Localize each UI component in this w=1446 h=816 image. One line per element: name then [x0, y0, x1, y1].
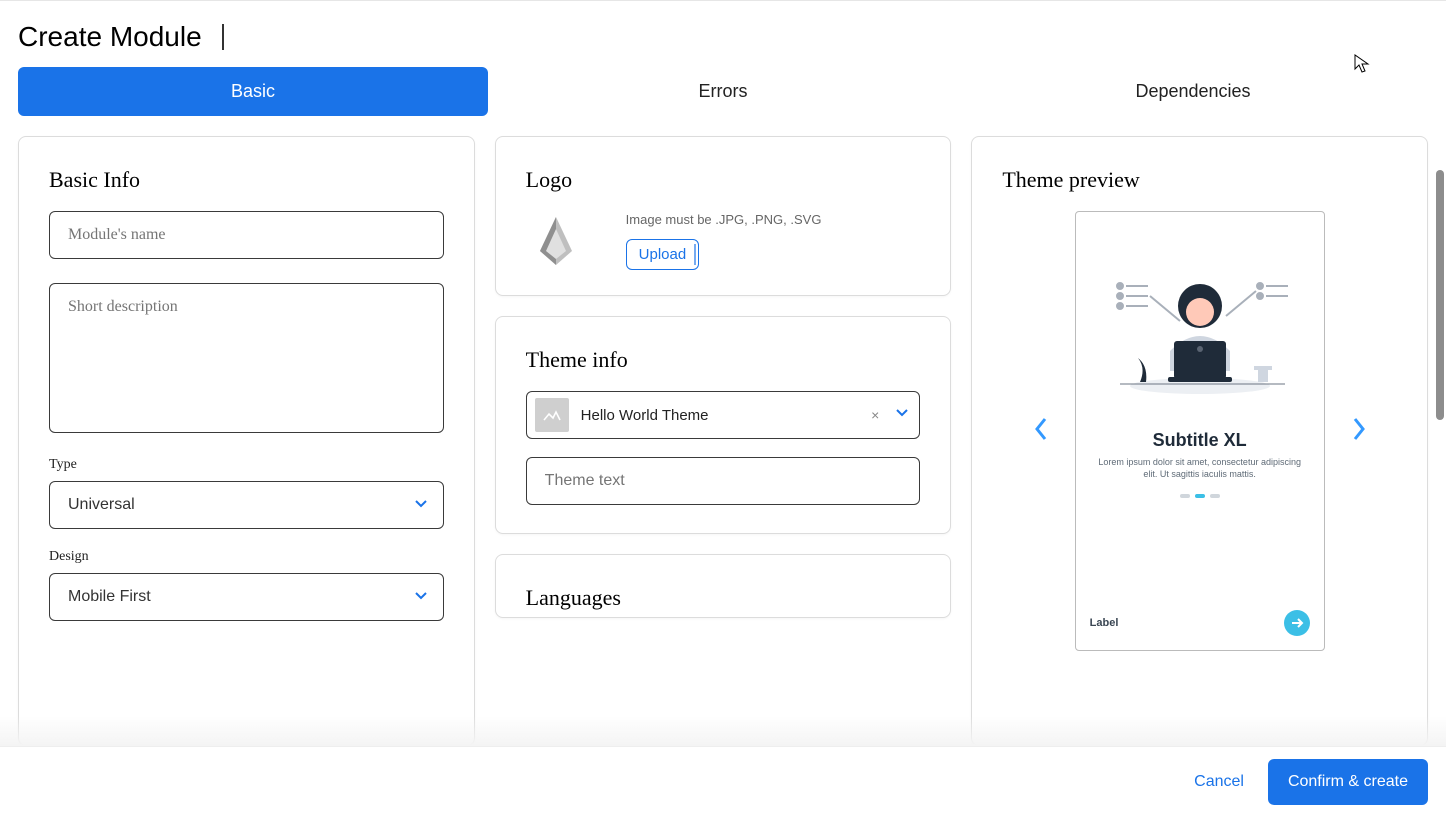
tabs: Basic Errors Dependencies: [0, 61, 1446, 116]
tab-dependencies[interactable]: Dependencies: [958, 67, 1428, 116]
upload-button-label: Upload: [639, 246, 687, 263]
design-label: Design: [49, 549, 444, 565]
preview-next-button[interactable]: [1345, 410, 1373, 453]
pager-dot[interactable]: [1210, 494, 1220, 498]
card-theme-preview: Theme preview: [971, 136, 1428, 746]
clear-icon[interactable]: ×: [867, 407, 883, 423]
card-basic-info: Basic Info Type Universal Design Mobile …: [18, 136, 475, 746]
logo-placeholder-icon: [526, 211, 586, 271]
preview-lorem: Lorem ipsum dolor sit amet, consectetur …: [1090, 457, 1310, 480]
vertical-scrollbar[interactable]: [1436, 170, 1444, 420]
confirm-label: Confirm & create: [1288, 773, 1408, 790]
upload-button[interactable]: Upload: [626, 239, 700, 270]
type-select-value: Universal: [49, 481, 444, 529]
card-languages: Languages: [495, 554, 952, 618]
preview-illustration: [1090, 236, 1310, 396]
cancel-button[interactable]: Cancel: [1194, 773, 1244, 791]
design-select-value: Mobile First: [49, 573, 444, 621]
theme-thumb-icon: [535, 398, 569, 432]
pager-dot[interactable]: [1180, 494, 1190, 498]
preview-pager: [1090, 494, 1310, 498]
columns: Basic Info Type Universal Design Mobile …: [0, 116, 1446, 746]
theme-text-input[interactable]: [526, 457, 921, 505]
preview-label: Label: [1090, 617, 1119, 629]
confirm-create-button[interactable]: Confirm & create: [1268, 759, 1428, 805]
logo-hint: Image must be .JPG, .PNG, .SVG: [626, 212, 822, 227]
card-logo: Logo Image must be .JPG, .PNG, .SVG: [495, 136, 952, 296]
tab-errors[interactable]: Errors: [488, 67, 958, 116]
tab-basic[interactable]: Basic: [18, 67, 488, 116]
preview-subtitle: Subtitle XL: [1090, 430, 1310, 451]
theme-preview-title: Theme preview: [1002, 167, 1397, 193]
page-title: Create Module: [18, 21, 202, 53]
chevron-down-icon[interactable]: [895, 406, 909, 425]
tab-basic-label: Basic: [231, 81, 275, 101]
theme-select-value: Hello World Theme: [581, 407, 855, 424]
col-preview: Theme preview: [971, 136, 1428, 746]
preview-prev-button[interactable]: [1027, 410, 1055, 453]
cancel-label: Cancel: [1194, 773, 1244, 790]
logo-title: Logo: [526, 167, 921, 193]
basic-info-title: Basic Info: [49, 167, 444, 193]
languages-title: Languages: [526, 585, 921, 611]
preview-next-fab[interactable]: [1284, 610, 1310, 636]
theme-info-title: Theme info: [526, 347, 921, 373]
card-theme-info: Theme info Hello World Theme ×: [495, 316, 952, 534]
type-label: Type: [49, 457, 444, 473]
col-middle: Logo Image must be .JPG, .PNG, .SVG: [495, 136, 952, 746]
footer-bar: Cancel Confirm & create: [0, 746, 1446, 816]
tab-errors-label: Errors: [699, 81, 748, 101]
pager-dot[interactable]: [1195, 494, 1205, 498]
design-select[interactable]: Mobile First: [49, 573, 444, 621]
theme-select[interactable]: Hello World Theme ×: [526, 391, 921, 439]
content: Basic Info Type Universal Design Mobile …: [0, 116, 1446, 746]
module-name-input[interactable]: [49, 211, 444, 259]
type-select[interactable]: Universal: [49, 481, 444, 529]
header: Create Module: [0, 1, 1446, 61]
tab-dependencies-label: Dependencies: [1135, 81, 1250, 101]
app-root: Create Module Basic Errors Dependencies …: [0, 0, 1446, 816]
arrow-right-icon: [1290, 616, 1304, 630]
short-description-input[interactable]: [49, 283, 444, 433]
caret-icon: [222, 24, 224, 50]
preview-phone: Subtitle XL Lorem ipsum dolor sit amet, …: [1075, 211, 1325, 651]
col-basic: Basic Info Type Universal Design Mobile …: [18, 136, 475, 746]
